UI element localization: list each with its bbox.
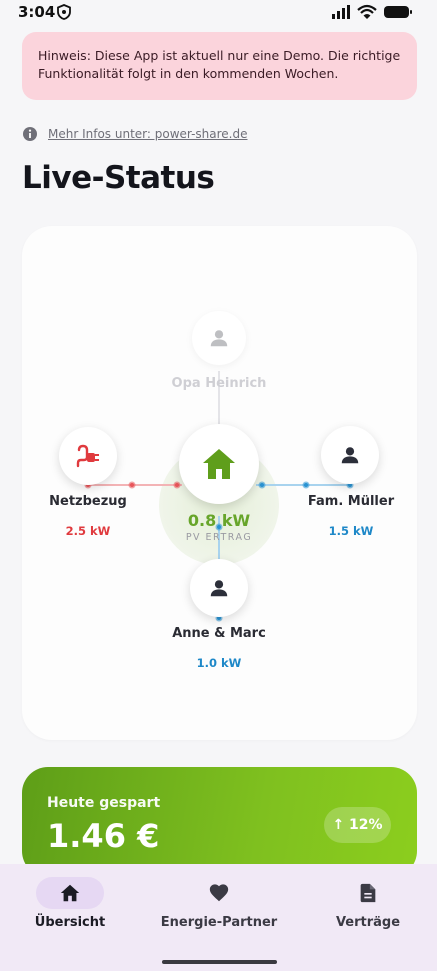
savings-label: Heute gespart (47, 795, 161, 811)
node-opa-heinrich[interactable] (192, 311, 246, 365)
home-indicator[interactable] (162, 960, 277, 964)
status-time: 3:04 (18, 3, 56, 21)
cellular-signal-icon (332, 5, 350, 19)
node-label-fam-mueller: Fam. Müller (307, 494, 395, 509)
node-label-netzbezug: Netzbezug (49, 494, 127, 509)
person-icon (210, 580, 228, 597)
node-home[interactable] (179, 424, 259, 504)
person-icon (210, 330, 228, 347)
power-plug-icon (76, 444, 99, 468)
pv-output-label: PV ERTRAG (185, 532, 253, 543)
wifi-icon (357, 4, 377, 19)
nav-item-uebersicht[interactable]: Übersicht (10, 877, 130, 930)
nav-label-vertraege: Verträge (335, 915, 401, 930)
savings-change-badge: ↑ 12% (324, 807, 391, 843)
node-label-opa-heinrich: Opa Heinrich (171, 376, 267, 391)
nav-item-vertraege[interactable]: Verträge (308, 877, 428, 930)
battery-icon (384, 6, 412, 18)
demo-notice-text: Hinweis: Diese App ist aktuell nur eine … (38, 48, 401, 81)
info-row: Mehr Infos unter: power-share.de (22, 126, 247, 142)
live-status-card: Opa Heinrich Netzbezug 2.5 kW 0.8 kW PV … (22, 226, 417, 740)
nav-pill (334, 877, 402, 909)
person-icon (341, 447, 359, 464)
demo-notice-banner: Hinweis: Diese App ist aktuell nur eine … (22, 32, 417, 100)
nav-item-energie-partner[interactable]: Energie-Partner (159, 877, 279, 930)
node-value-fam-mueller: 1.5 kW (328, 524, 374, 538)
status-bar: 3:04 (0, 0, 437, 26)
savings-value: 1.46 € (47, 817, 160, 855)
node-netzbezug[interactable] (59, 427, 117, 485)
node-label-anne-marc: Anne & Marc (172, 626, 266, 641)
node-anne-marc[interactable] (190, 559, 248, 617)
nav-label-uebersicht: Übersicht (34, 915, 106, 930)
nav-label-energie-partner: Energie-Partner (160, 915, 278, 930)
nav-pill (185, 877, 253, 909)
home-icon (60, 884, 80, 902)
pv-output-value: 0.8 kW (187, 511, 251, 530)
node-value-netzbezug: 2.5 kW (65, 524, 111, 538)
heart-icon (209, 884, 229, 902)
more-info-link[interactable]: Mehr Infos unter: power-share.de (48, 127, 247, 141)
page-title: Live-Status (22, 160, 215, 196)
shield-icon (57, 4, 71, 20)
home-icon (203, 449, 235, 479)
document-icon (360, 883, 376, 903)
bottom-navigation: Übersicht Energie-Partner Verträge (0, 864, 437, 971)
savings-card[interactable]: Heute gespart 1.46 € ↑ 12% (22, 767, 417, 877)
nav-pill-active (36, 877, 104, 909)
info-icon (23, 127, 37, 141)
node-value-anne-marc: 1.0 kW (196, 656, 242, 670)
node-fam-mueller[interactable] (321, 426, 379, 484)
